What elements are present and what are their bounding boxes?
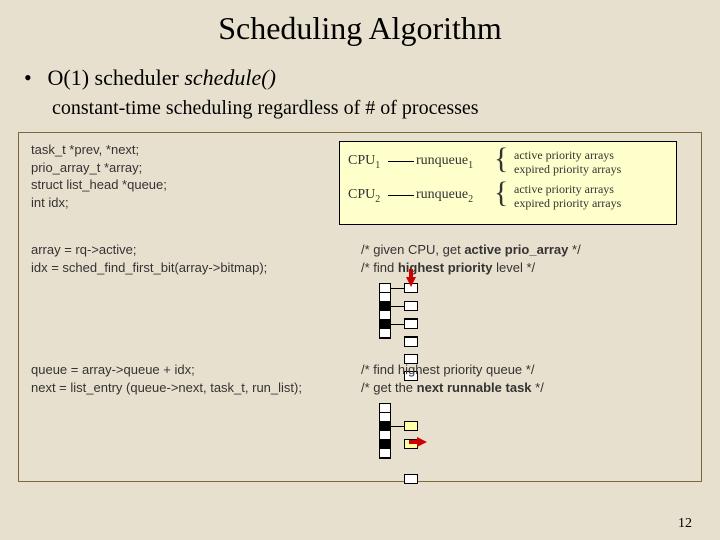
- runqueue-label: runqueue2: [416, 186, 473, 206]
- page-number: 12: [678, 516, 692, 532]
- code-line: queue = array->queue + idx;: [31, 361, 361, 379]
- decl-line: task_t *prev, *next;: [31, 141, 326, 159]
- runqueue-label: runqueue1: [416, 152, 473, 172]
- sub-line: constant-time scheduling regardless of #…: [0, 91, 720, 120]
- bullet-line: • O(1) scheduler schedule(): [0, 47, 720, 91]
- decl-line: struct list_head *queue;: [31, 176, 326, 194]
- declarations: task_t *prev, *next; prio_array_t *array…: [31, 141, 326, 211]
- cpu-row: CPU1 runqueue1 { active priority arrays …: [340, 146, 676, 180]
- connector-line: [388, 195, 414, 196]
- code-line: next = list_entry (queue->next, task_t, …: [31, 379, 361, 397]
- bullet-func: schedule(): [184, 65, 276, 90]
- cpu-row: CPU2 runqueue2 { active priority arrays …: [340, 180, 676, 214]
- decl-line: prio_array_t *array;: [31, 159, 326, 177]
- code-block-3: queue = array->queue + idx; next = list_…: [31, 361, 689, 396]
- bullet-dot: •: [24, 65, 42, 91]
- array-labels: active priority arrays expired priority …: [514, 182, 621, 210]
- slide-title: Scheduling Algorithm: [0, 0, 720, 47]
- cpu-diagram-box: CPU1 runqueue1 { active priority arrays …: [339, 141, 677, 225]
- code-comment: /* find highest priority queue */: [361, 361, 544, 379]
- brace-icon: {: [494, 178, 508, 208]
- connector-line: [390, 324, 404, 325]
- bullet-text: O(1) scheduler: [48, 65, 185, 90]
- connector-line: [390, 288, 404, 289]
- code-line: idx = sched_find_first_bit(array->bitmap…: [31, 259, 361, 277]
- code-block-2: array = rq->active; idx = sched_find_fir…: [31, 241, 689, 276]
- code-comment: /* given CPU, get active prio_array */: [361, 241, 581, 259]
- bitmap-column: [379, 403, 391, 459]
- bitmap-column: [379, 283, 391, 339]
- connector-line: [390, 306, 404, 307]
- connector-line: [390, 426, 404, 427]
- code-line: array = rq->active;: [31, 241, 361, 259]
- code-panel: task_t *prev, *next; prio_array_t *array…: [18, 132, 702, 482]
- queue-row: [404, 301, 418, 311]
- connector-line: [388, 161, 414, 162]
- queue-row: [404, 319, 418, 329]
- decl-line: int idx;: [31, 194, 326, 212]
- code-comment: /* get the next runnable task */: [361, 379, 544, 397]
- queue-row: [404, 421, 418, 431]
- array-labels: active priority arrays expired priority …: [514, 148, 621, 176]
- cpu-label: CPU2: [348, 186, 380, 206]
- code-comment: /* find highest priority level */: [361, 259, 581, 277]
- brace-icon: {: [494, 144, 508, 174]
- arrow-right-icon: [417, 437, 427, 447]
- cpu-label: CPU1: [348, 152, 380, 172]
- arrow-down-icon: [406, 277, 416, 287]
